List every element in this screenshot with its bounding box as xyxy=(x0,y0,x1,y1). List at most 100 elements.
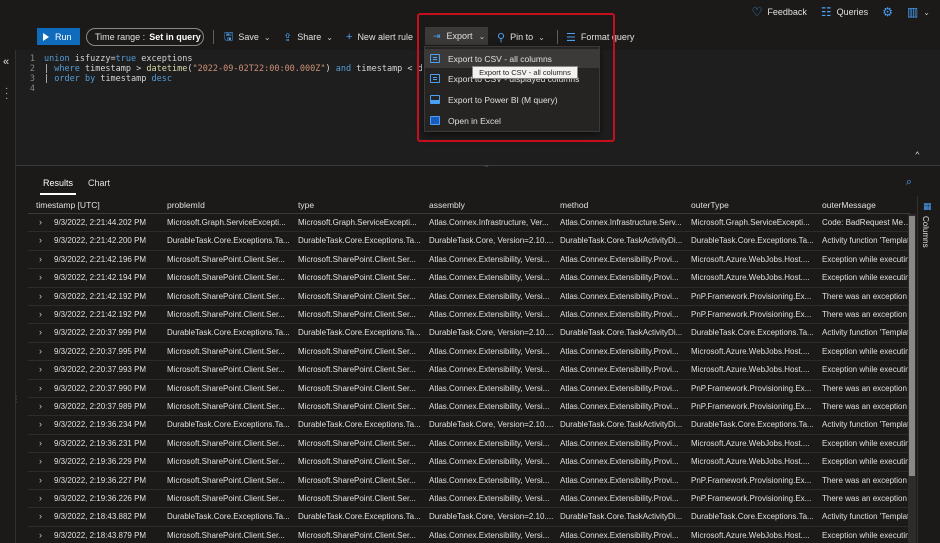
table-row[interactable]: › 9/3/2022, 2:21:42.192 PM Microsoft.Share… xyxy=(28,288,910,306)
chevron-right-icon[interactable]: › xyxy=(39,401,42,411)
column-header[interactable]: outerType xyxy=(691,200,729,210)
column-header[interactable]: type xyxy=(298,200,314,210)
table-row[interactable]: › 9/3/2022, 2:19:36.231 PM Microsoft.Share… xyxy=(28,435,910,454)
chevron-right-icon[interactable]: › xyxy=(39,493,42,503)
column-header[interactable]: problemId xyxy=(167,200,205,210)
table-cell: Activity function 'Templat xyxy=(822,236,910,246)
layout-menu[interactable]: ▥ ⌄ xyxy=(907,6,930,18)
table-cell: Atlas.Connex.Extensibility.Provi... xyxy=(560,457,679,467)
table-cell: Atlas.Connex.Extensibility.Provi... xyxy=(560,346,679,356)
chevron-right-icon[interactable]: › xyxy=(39,272,42,282)
new-alert-rule-button[interactable]: + New alert rule xyxy=(346,29,413,45)
column-header[interactable]: outerMessage xyxy=(822,200,876,210)
time-range-picker[interactable]: Time range : Set in query xyxy=(86,28,204,46)
search-icon[interactable]: ⌕ xyxy=(906,176,912,189)
menu-item-label: Open in Excel xyxy=(448,115,501,126)
chevron-right-icon[interactable]: › xyxy=(39,438,42,448)
chevron-right-icon[interactable]: › xyxy=(39,327,42,337)
table-row[interactable]: › 9/3/2022, 2:19:36.234 PM DurableTask.Cor… xyxy=(28,416,910,435)
share-label: Share xyxy=(297,32,322,42)
table-row[interactable]: › 9/3/2022, 2:21:42.200 PM DurableTask.Cor… xyxy=(28,232,910,251)
menu-item-open-in-excel[interactable]: Open in Excel xyxy=(425,111,599,130)
vertical-scrollbar[interactable] xyxy=(908,214,916,543)
table-row[interactable]: › 9/3/2022, 2:20:37.993 PM Microsoft.Share… xyxy=(28,361,910,380)
feedback-link[interactable]: ♡ Feedback xyxy=(752,6,807,18)
run-button[interactable]: Run xyxy=(37,28,80,45)
pin-to-button[interactable]: ⚲ Pin to ⌄ xyxy=(497,29,545,45)
chevron-right-icon[interactable]: › xyxy=(39,530,42,540)
new-alert-rule-label: New alert rule xyxy=(357,32,413,42)
save-button[interactable]: 🖫 Save ⌄ xyxy=(224,29,271,45)
table-cell: 9/3/2022, 2:21:42.192 PM xyxy=(54,310,147,319)
table-row[interactable]: › 9/3/2022, 2:21:42.194 PM Microsoft.Share… xyxy=(28,269,910,288)
table-cell: Atlas.Connex.Infrastructure.Serv... xyxy=(560,218,682,227)
table-row[interactable]: › 9/3/2022, 2:19:36.227 PM Microsoft.Share… xyxy=(28,472,910,490)
table-row[interactable]: › 9/3/2022, 2:21:42.192 PM Microsoft.Share… xyxy=(28,306,910,325)
chevron-right-icon[interactable]: › xyxy=(39,217,42,227)
columns-panel[interactable]: ▦ Columns xyxy=(917,196,940,543)
chevron-right-icon[interactable]: › xyxy=(39,475,42,485)
table-cell: Microsoft.SharePoint.Client.Ser... xyxy=(167,254,285,264)
chevron-right-icon[interactable]: › xyxy=(39,235,42,245)
table-cell: Exception while executin xyxy=(822,346,910,356)
table-row[interactable]: › 9/3/2022, 2:21:42.196 PM Microsoft.Share… xyxy=(28,251,910,270)
chevron-right-icon[interactable]: › xyxy=(39,254,42,264)
chevron-right-icon[interactable]: › xyxy=(39,309,42,319)
collapse-panel-icon[interactable]: « xyxy=(3,56,9,68)
csv-icon xyxy=(430,74,440,83)
table-row[interactable]: › 9/3/2022, 2:19:36.226 PM Microsoft.Share… xyxy=(28,490,910,509)
table-cell: Microsoft.SharePoint.Client.Ser... xyxy=(298,310,416,319)
chevron-right-icon[interactable]: › xyxy=(39,364,42,374)
save-icon: 🖫 xyxy=(224,30,234,43)
menu-item-export-power-bi[interactable]: Export to Power BI (M query) xyxy=(425,90,599,109)
table-cell: DurableTask.Core.Exceptions.Ta... xyxy=(167,328,290,338)
chevron-right-icon[interactable]: › xyxy=(39,419,42,429)
export-icon: ⇥ xyxy=(433,30,441,41)
tab-chart[interactable]: Chart xyxy=(88,178,110,188)
share-button[interactable]: ⇪ Share ⌄ xyxy=(283,29,333,45)
format-query-button[interactable]: ☰ Format query xyxy=(566,29,634,45)
code-text: union isfuzzy=true exceptions xyxy=(44,54,193,64)
table-cell: Atlas.Connex.Extensibility, Versi... xyxy=(429,457,550,467)
export-button[interactable]: ⇥ Export ⌄ xyxy=(425,27,488,45)
queries-link[interactable]: ☷ Queries xyxy=(821,6,868,18)
grip-icon[interactable]: · · · xyxy=(15,393,17,406)
table-cell: Microsoft.SharePoint.Client.Ser... xyxy=(167,402,285,411)
table-cell: Microsoft.SharePoint.Client.Ser... xyxy=(298,291,416,301)
table-row[interactable]: › 9/3/2022, 2:18:43.879 PM Microsoft.Share… xyxy=(28,527,910,543)
queries-label: Queries xyxy=(836,7,869,17)
table-cell: 9/3/2022, 2:19:36.234 PM xyxy=(54,420,147,430)
tab-results[interactable]: Results xyxy=(39,178,77,195)
expand-editor-icon[interactable]: ⌃ xyxy=(915,151,920,161)
table-row[interactable]: › 9/3/2022, 2:20:37.989 PM Microsoft.Share… xyxy=(28,398,910,417)
table-row[interactable]: › 9/3/2022, 2:20:37.995 PM Microsoft.Share… xyxy=(28,343,910,362)
play-icon xyxy=(43,32,49,41)
chevron-down-icon: ⌄ xyxy=(538,32,545,42)
column-header[interactable]: assembly xyxy=(429,200,465,210)
gear-icon[interactable]: ⚙ xyxy=(882,6,893,18)
toolbar-divider xyxy=(213,30,214,44)
chevron-right-icon[interactable]: › xyxy=(39,346,42,356)
chevron-right-icon[interactable]: › xyxy=(39,291,42,301)
table-cell: 9/3/2022, 2:19:36.227 PM xyxy=(54,475,147,485)
table-row[interactable]: › 9/3/2022, 2:19:36.229 PM Microsoft.Share… xyxy=(28,453,910,472)
pane-splitter[interactable]: ··· xyxy=(16,163,940,170)
chevron-right-icon[interactable]: › xyxy=(39,456,42,466)
chevron-right-icon[interactable]: › xyxy=(39,511,42,521)
table-row[interactable]: › 9/3/2022, 2:20:37.990 PM Microsoft.Share… xyxy=(28,380,910,398)
toolbar-divider xyxy=(557,30,558,44)
more-vertical-icon[interactable]: · · · xyxy=(5,84,8,104)
table-cell: There was an exception i xyxy=(822,383,910,393)
column-header[interactable]: method xyxy=(560,200,588,210)
table-row[interactable]: › 9/3/2022, 2:18:43.882 PM DurableTask.Cor… xyxy=(28,508,910,527)
table-row[interactable]: › 9/3/2022, 2:20:37.999 PM DurableTask.Cor… xyxy=(28,324,910,343)
table-cell: Atlas.Connex.Extensibility, Versi... xyxy=(429,310,550,319)
line-number: 3 xyxy=(29,74,35,84)
scrollbar-thumb[interactable] xyxy=(909,216,915,476)
code-line: 4 xyxy=(16,84,44,94)
chevron-right-icon[interactable]: › xyxy=(39,383,42,393)
table-row[interactable]: › 9/3/2022, 2:21:44.202 PM Microsoft.Graph… xyxy=(28,214,910,233)
column-header[interactable]: timestamp [UTC] xyxy=(36,200,100,210)
export-menu: Export to CSV - all columns Export to CS… xyxy=(424,46,600,132)
table-cell: Microsoft.Graph.ServiceExcepti... xyxy=(691,218,810,227)
